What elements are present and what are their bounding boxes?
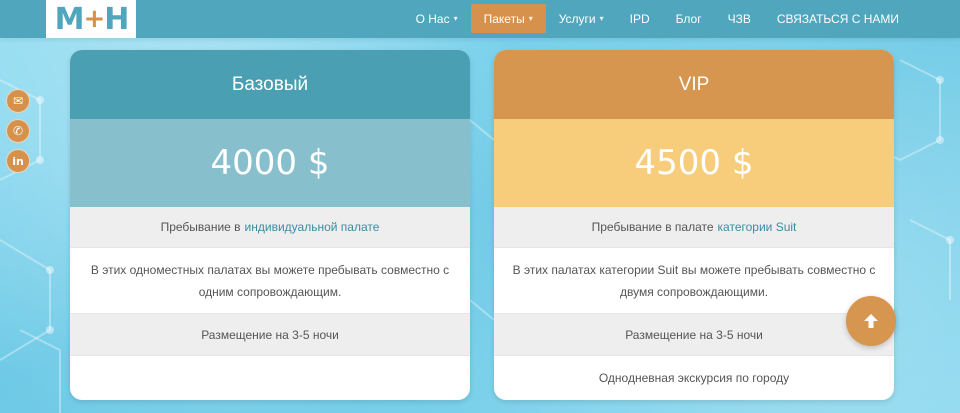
top-navbar: М + Н О Нас ▾ Пакеты ▾ Услуги ▾ IPD Блог ЧЗВ … bbox=[0, 0, 960, 38]
nav-label: IPD bbox=[629, 11, 650, 26]
package-feature-nights: Размещение на 3-5 ночи bbox=[494, 314, 894, 356]
logo-letter-left: М bbox=[54, 1, 85, 37]
scroll-to-top-button[interactable] bbox=[846, 296, 896, 346]
package-title: VIP bbox=[494, 50, 894, 119]
package-feature-excursion: Однодневная экскурсия по городу bbox=[598, 371, 790, 385]
nav-label: ЧЗВ bbox=[727, 11, 751, 26]
nav-label: Услуги bbox=[558, 11, 596, 26]
nav-label: Пакеты bbox=[483, 11, 525, 26]
nav-item-about[interactable]: О Нас ▾ bbox=[403, 4, 471, 33]
package-feature-description: В этих палатах категории Suit вы можете … bbox=[494, 248, 894, 314]
package-price: 4500 $ bbox=[494, 119, 894, 207]
chevron-down-icon: ▾ bbox=[453, 14, 458, 23]
logo-letter-right: Н bbox=[104, 1, 129, 37]
package-card-basic: Базовый 4000 $ Пребывание в индивидуально… bbox=[70, 50, 470, 400]
nav-item-services[interactable]: Услуги ▾ bbox=[546, 4, 617, 33]
nav-label: Блог bbox=[675, 11, 702, 26]
package-feature-nights: Размещение на 3-5 ночи bbox=[70, 314, 470, 356]
envelope-icon[interactable]: ✉ bbox=[6, 89, 30, 113]
package-feature-room: Пребывание в палате категории Suit bbox=[494, 207, 894, 248]
room-link[interactable]: категории Suit bbox=[718, 216, 797, 238]
nav-label: СВЯЗАТЬСЯ С НАМИ bbox=[776, 11, 899, 26]
nav-item-faq[interactable]: ЧЗВ bbox=[715, 4, 764, 33]
package-title: Базовый bbox=[70, 50, 470, 119]
package-feature-extra bbox=[70, 356, 470, 400]
nav-item-ipd[interactable]: IPD bbox=[617, 4, 663, 33]
room-link[interactable]: индивидуальной палате bbox=[245, 216, 380, 238]
linkedin-icon[interactable]: in bbox=[6, 149, 30, 173]
main-nav: О Нас ▾ Пакеты ▾ Услуги ▾ IPD Блог ЧЗВ СВЯЗ… bbox=[403, 4, 912, 33]
chevron-down-icon: ▾ bbox=[528, 14, 533, 23]
phone-icon[interactable]: ✆ bbox=[6, 119, 30, 143]
feature-text: Пребывание в bbox=[160, 220, 241, 234]
site-logo[interactable]: М + Н bbox=[46, 0, 136, 38]
nav-item-blog[interactable]: Блог bbox=[663, 4, 715, 33]
logo-plus: + bbox=[83, 4, 105, 34]
nav-label: О Нас bbox=[415, 11, 450, 26]
nav-item-packages[interactable]: Пакеты ▾ bbox=[470, 4, 546, 33]
nav-item-contact[interactable]: СВЯЗАТЬСЯ С НАМИ bbox=[764, 4, 912, 33]
chevron-down-icon: ▾ bbox=[599, 14, 604, 23]
package-feature-description: В этих одноместных палатах вы можете пре… bbox=[70, 248, 470, 314]
package-feature-room: Пребывание в индивидуальной палате bbox=[70, 207, 470, 248]
arrow-up-icon bbox=[864, 314, 878, 328]
package-price: 4000 $ bbox=[70, 119, 470, 207]
social-links: ✉ ✆ in bbox=[6, 89, 30, 173]
package-card-vip: VIP 4500 $ Пребывание в палате категории … bbox=[494, 50, 894, 400]
feature-text: Пребывание в палате bbox=[591, 220, 714, 234]
